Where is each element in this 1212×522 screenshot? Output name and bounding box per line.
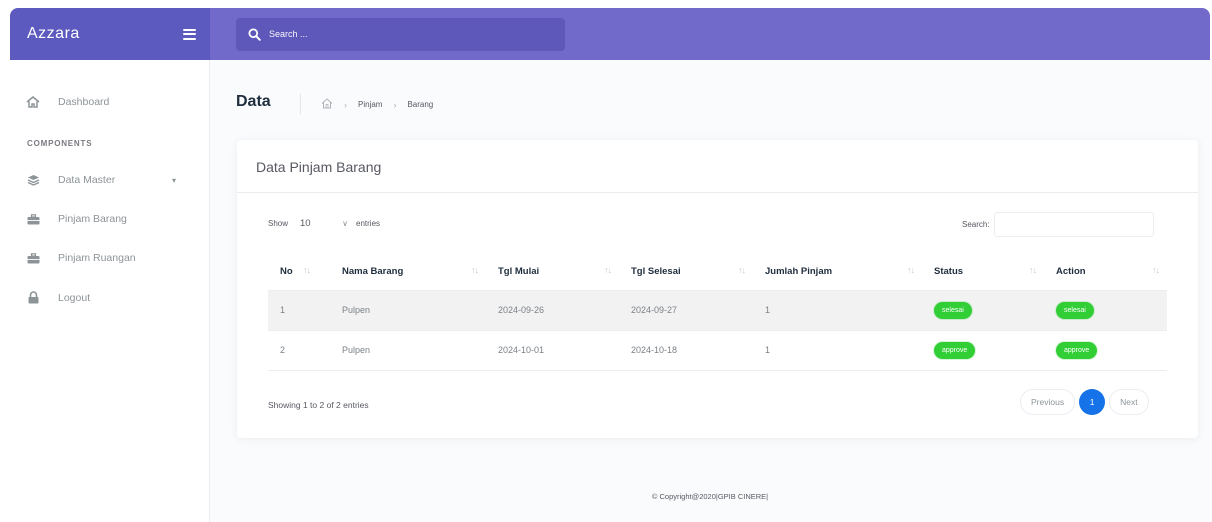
search-icon[interactable] (248, 27, 261, 41)
cell-no: 1 (268, 290, 330, 331)
sidebar-item-data-master[interactable]: Data Master ▾ (25, 174, 176, 186)
status-badge: approve (934, 341, 976, 359)
entries-label: entries (356, 219, 381, 228)
table-header-row: No ↑↓ Nama Barang ↑↓ Tgl Mulai ↑↓ Tgl Seles… (268, 253, 1167, 291)
entries-length-control: Show 10 ∨ entries (268, 215, 380, 232)
page-title: Data (236, 93, 271, 110)
table-row: 2 Pulpen 2024-10-01 2024-10-18 1 approve… (268, 330, 1167, 371)
brand-logo[interactable]: Azzara (27, 25, 80, 43)
col-header-tgl-selesai[interactable]: Tgl Selesai ↑↓ (619, 253, 753, 291)
page-button-1[interactable]: 1 (1079, 389, 1106, 415)
cell-status: approve (922, 330, 1044, 371)
home-icon[interactable] (321, 98, 333, 111)
sidebar-item-label: Logout (58, 291, 91, 304)
breadcrumb-item[interactable]: Barang (407, 100, 433, 109)
sort-icon: ↑↓ (907, 265, 915, 275)
sidebar-item-label: Dashboard (58, 96, 110, 108)
cell-status: selesai (922, 290, 1044, 331)
sort-icon: ↑↓ (1152, 265, 1160, 275)
col-header-no[interactable]: No ↑↓ (268, 253, 330, 291)
sidebar-item-logout[interactable]: Logout (25, 291, 90, 304)
app-window: Azzara Dashboard COMPONENTS Data Master … (10, 8, 1210, 522)
chevron-down-icon: ∨ (342, 219, 349, 228)
pagination: Previous 1 Next (1020, 389, 1149, 415)
sidebar-item-dashboard[interactable]: Dashboard (25, 96, 109, 108)
main-content: Data › Pinjam › Barang Data Pinjam Baran… (210, 60, 1210, 522)
next-button[interactable]: Next (1109, 389, 1149, 415)
cell-no: 2 (268, 330, 330, 371)
card-title: Data Pinjam Barang (256, 159, 382, 175)
menu-toggle-icon[interactable] (183, 28, 196, 40)
briefcase-icon (25, 252, 41, 264)
table-info: Showing 1 to 2 of 2 entries (268, 400, 369, 410)
cell-tgl-selesai: 2024-10-18 (619, 330, 753, 371)
col-header-action[interactable]: Action ↑↓ (1044, 253, 1167, 291)
chevron-right-icon: › (393, 99, 397, 110)
footer-copyright: © Copyright@2020|GPIB CINERE| (651, 492, 769, 501)
col-header-status[interactable]: Status ↑↓ (922, 253, 1044, 291)
chevron-right-icon: › (344, 99, 347, 110)
cell-action: selesai (1044, 290, 1167, 331)
sidebar: Dashboard COMPONENTS Data Master ▾ Pinja… (10, 60, 210, 522)
cell-jumlah-pinjam: 1 (753, 330, 922, 371)
data-table: No ↑↓ Nama Barang ↑↓ Tgl Mulai ↑↓ Tgl Seles… (268, 253, 1167, 371)
table-row: 1 Pulpen 2024-09-26 2024-09-27 1 selesai… (268, 290, 1167, 331)
sidebar-item-label: Data Master (58, 174, 116, 186)
entries-value: 10 (300, 218, 311, 229)
navbar (210, 8, 1210, 60)
col-header-tgl-mulai[interactable]: Tgl Mulai ↑↓ (486, 253, 619, 291)
sidebar-section-heading: COMPONENTS (27, 139, 93, 148)
table-search: Search: (962, 212, 1154, 237)
table-search-label: Search: (962, 220, 990, 229)
previous-button[interactable]: Previous (1020, 389, 1076, 415)
briefcase-icon (25, 213, 41, 225)
cell-tgl-mulai: 2024-09-26 (486, 290, 619, 331)
cell-tgl-mulai: 2024-10-01 (486, 330, 619, 371)
search-input[interactable] (269, 29, 529, 39)
logo-header: Azzara (10, 8, 210, 60)
chevron-down-icon: ▾ (172, 175, 177, 185)
sort-icon: ↑↓ (738, 265, 746, 275)
status-badge: selesai (934, 301, 972, 319)
sort-icon: ↑↓ (1029, 265, 1037, 275)
cell-tgl-selesai: 2024-09-27 (619, 290, 753, 331)
cell-action: approve (1044, 330, 1167, 371)
entries-select[interactable]: 10 ∨ (294, 215, 350, 232)
col-header-nama-barang[interactable]: Nama Barang ↑↓ (330, 253, 486, 291)
action-button[interactable]: selesai (1056, 301, 1094, 319)
home-icon (25, 96, 41, 108)
sidebar-item-label: Pinjam Barang (58, 213, 127, 225)
title-divider (300, 94, 301, 114)
cell-jumlah-pinjam: 1 (753, 290, 922, 331)
lock-icon (25, 291, 41, 304)
sort-icon: ↑↓ (303, 265, 311, 275)
sort-icon: ↑↓ (471, 265, 479, 275)
show-label: Show (268, 219, 289, 228)
sidebar-item-label: Pinjam Ruangan (58, 252, 136, 264)
table-search-input[interactable] (993, 212, 1154, 237)
sidebar-item-pinjam-barang[interactable]: Pinjam Barang (25, 213, 127, 225)
cell-nama-barang: Pulpen (330, 330, 486, 371)
action-button[interactable]: approve (1056, 341, 1098, 359)
search-box (236, 17, 565, 51)
col-header-jumlah-pinjam[interactable]: Jumlah Pinjam ↑↓ (753, 253, 922, 291)
breadcrumb: › Pinjam › Barang (321, 98, 433, 111)
top-bar: Azzara (10, 8, 1210, 60)
data-card: Data Pinjam Barang Show 10 ∨ entries Sea… (237, 140, 1198, 438)
sidebar-item-pinjam-ruangan[interactable]: Pinjam Ruangan (25, 252, 136, 264)
card-divider (237, 192, 1198, 193)
cell-nama-barang: Pulpen (330, 290, 486, 331)
layers-icon (25, 174, 41, 186)
sort-icon: ↑↓ (604, 265, 612, 275)
breadcrumb-item[interactable]: Pinjam (358, 100, 382, 109)
